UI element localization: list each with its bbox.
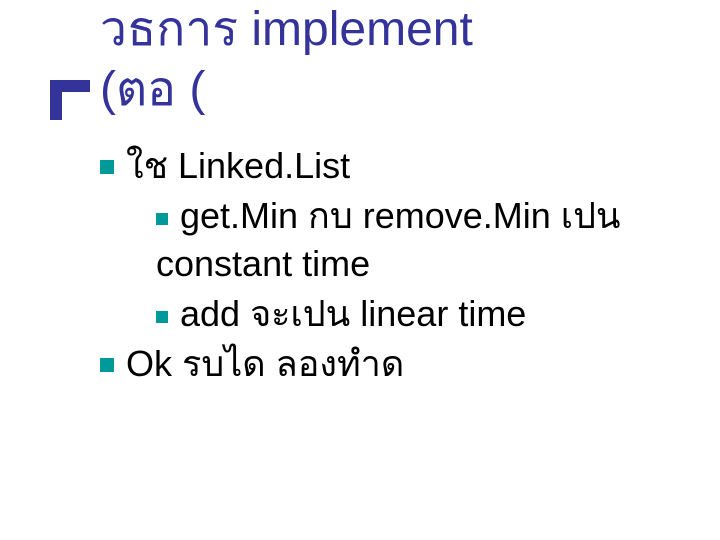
bullet-text: get.Min กบ remove.Min เปน constant time [156, 195, 621, 284]
list-item: ใช Linked.List [100, 142, 690, 190]
square-bullet-icon [100, 160, 114, 174]
bullet-text: add จะเปน linear time [180, 293, 526, 334]
list-item: get.Min กบ remove.Min เปน constant time [100, 192, 690, 288]
slide-body: ใช Linked.List get.Min กบ remove.Min เปน… [100, 140, 690, 390]
square-bullet-icon [100, 358, 114, 372]
square-bullet-icon [156, 213, 168, 225]
slide: วธการ implement (ตอ ( ใช Linked.List get… [0, 0, 720, 540]
title-line-2: (ตอ ( [100, 60, 680, 120]
bullet-text: Ok รบได ลองทำด [126, 343, 404, 384]
slide-title: วธการ implement (ตอ ( [50, 0, 680, 120]
list-item: Ok รบได ลองทำด [100, 340, 690, 388]
title-text: วธการ implement (ตอ ( [50, 0, 680, 120]
title-line-1: วธการ implement [100, 0, 680, 60]
square-bullet-icon [156, 311, 168, 323]
list-item: add จะเปน linear time [100, 290, 690, 338]
bullet-text: ใช Linked.List [126, 145, 350, 186]
